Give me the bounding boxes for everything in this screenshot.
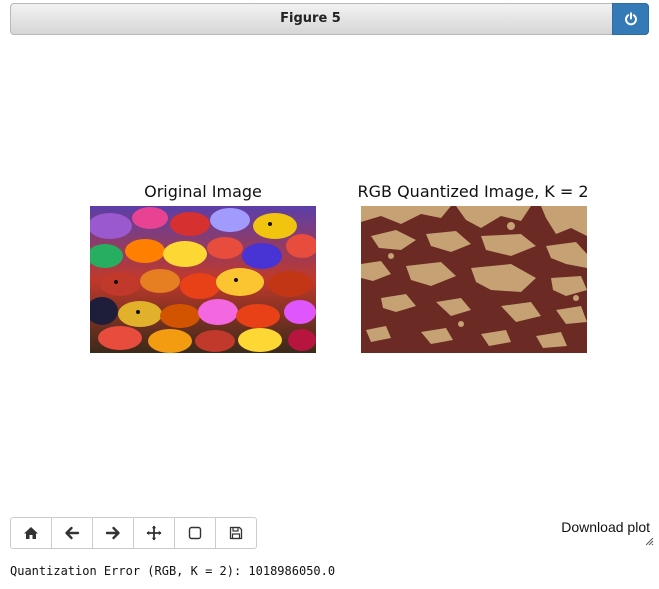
figure-header: Figure 5: [10, 3, 649, 35]
move-icon: [146, 525, 162, 541]
figure-canvas[interactable]: Original Image RGB Quantized Image, K = …: [10, 36, 654, 546]
save-button[interactable]: [215, 517, 257, 549]
power-icon: [624, 12, 637, 26]
original-image: [90, 206, 316, 353]
pan-button[interactable]: [133, 517, 175, 549]
download-plot-link[interactable]: Download plot: [561, 519, 650, 535]
home-icon: [24, 527, 38, 539]
quantization-error-output: Quantization Error (RGB, K = 2): 1018986…: [10, 564, 336, 578]
floppy-icon: [229, 526, 243, 540]
resize-handle[interactable]: [644, 536, 654, 546]
forward-button[interactable]: [92, 517, 134, 549]
home-button[interactable]: [10, 517, 52, 549]
power-button[interactable]: [612, 3, 649, 35]
back-button[interactable]: [51, 517, 93, 549]
plot-title-quantized: RGB Quantized Image, K = 2: [357, 182, 589, 201]
square-icon: [188, 526, 202, 540]
figure-toolbar: [10, 517, 257, 549]
zoom-button[interactable]: [174, 517, 216, 549]
figure-title: Figure 5: [280, 11, 341, 26]
arrow-right-icon: [105, 526, 120, 540]
arrow-left-icon: [65, 526, 80, 540]
quantized-image: [361, 206, 587, 353]
plot-title-original: Original Image: [144, 182, 262, 201]
